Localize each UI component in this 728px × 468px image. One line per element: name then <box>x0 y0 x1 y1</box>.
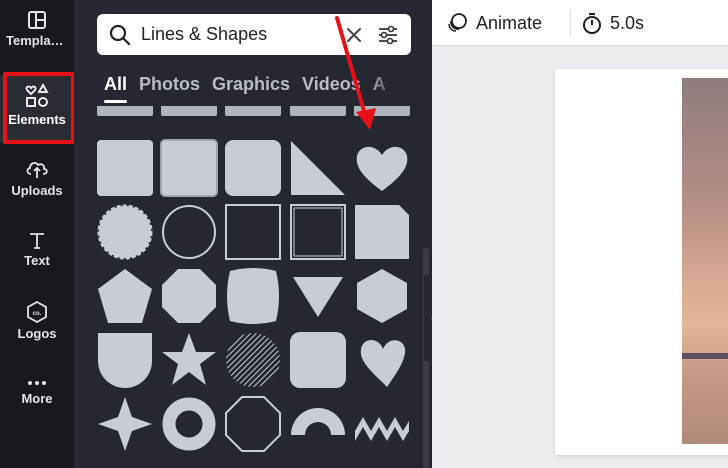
shape-square-outline[interactable] <box>224 203 282 261</box>
animate-button[interactable]: Animate <box>446 10 542 36</box>
sidebar-item-uploads[interactable]: Uploads <box>0 158 74 224</box>
shape-scalloped-circle[interactable] <box>96 203 154 261</box>
svg-text:co.: co. <box>33 311 42 317</box>
shape-shield[interactable] <box>96 331 154 389</box>
sidebar-item-label: Text <box>24 253 50 268</box>
sidebar-item-label: Logos <box>17 326 57 341</box>
shape-hatched-circle[interactable] <box>224 331 282 389</box>
photo-horizon <box>682 353 728 359</box>
timer-icon <box>583 13 601 34</box>
text-icon <box>30 233 44 249</box>
shape-square-border-stroke[interactable] <box>224 106 282 118</box>
shape-square-border-stroke[interactable] <box>160 106 218 118</box>
canvas-photo[interactable] <box>682 78 728 444</box>
shape-circle-outline[interactable] <box>160 203 218 261</box>
tab-graphics[interactable]: Graphics <box>212 74 290 103</box>
shapes-grid <box>96 106 414 468</box>
animate-label: Animate <box>476 12 543 33</box>
shape-arch[interactable] <box>289 395 347 453</box>
toolbar-divider <box>570 10 571 36</box>
clear-search-icon[interactable] <box>346 27 362 43</box>
sidebar-item-label: Uploads <box>11 183 63 198</box>
shape-cut-corner-square[interactable] <box>353 203 411 261</box>
logo-icon: co. <box>27 301 47 323</box>
shape-pentagon[interactable] <box>96 267 154 325</box>
shape-right-triangle[interactable] <box>289 139 347 197</box>
shape-four-point-star[interactable] <box>96 395 154 453</box>
shape-octagon-outline[interactable] <box>224 395 282 453</box>
tab-photos[interactable]: Photos <box>139 74 200 103</box>
left-nav-rail: Templa… Elements Uploads Text co. Logos … <box>0 0 75 468</box>
shape-star[interactable] <box>160 331 218 389</box>
shape-hexagon[interactable] <box>353 267 411 325</box>
shape-heart-tilted[interactable] <box>353 331 411 389</box>
editor-area: Animate 5.0s <box>432 0 728 468</box>
sidebar-item-logos[interactable]: co. Logos <box>0 301 74 367</box>
design-canvas-page[interactable] <box>555 69 728 455</box>
editor-toolbar: Animate 5.0s <box>432 0 728 46</box>
sidebar-item-label: More <box>21 391 53 406</box>
category-tabs: AllPhotosGraphicsVideosA <box>104 74 410 106</box>
tab-all[interactable]: All <box>104 74 128 103</box>
shape-rounded-square-soft[interactable] <box>224 139 282 197</box>
sidebar-item-text[interactable]: Text <box>0 230 74 296</box>
shape-heart[interactable] <box>353 139 411 197</box>
upload-cloud-icon <box>26 161 48 178</box>
search-icon <box>109 24 131 46</box>
search-box[interactable] <box>97 14 411 55</box>
tab-videos[interactable]: Videos <box>302 74 361 103</box>
shape-square-border-stroke[interactable] <box>289 106 347 118</box>
shape-octagon[interactable] <box>160 267 218 325</box>
shape-down-triangle[interactable] <box>289 267 347 325</box>
template-icon <box>28 11 46 29</box>
duration-label: 5.0s <box>610 12 645 33</box>
more-dots-icon <box>28 381 46 385</box>
animate-icon <box>448 13 467 32</box>
duration-button[interactable]: 5.0s <box>582 10 644 36</box>
sidebar-item-more[interactable]: More <box>0 374 74 440</box>
shape-barrel-rectangle[interactable] <box>224 267 282 325</box>
sidebar-item-label: Templa… <box>6 33 64 48</box>
sidebar-item-templates[interactable]: Templa… <box>0 10 74 76</box>
filter-sliders-icon[interactable] <box>378 25 398 45</box>
shape-rounded-square[interactable] <box>96 139 154 197</box>
search-input[interactable] <box>141 14 341 55</box>
annotation-highlight-box <box>3 72 75 144</box>
tabs-fade <box>368 74 410 104</box>
shape-ring[interactable] <box>160 395 218 453</box>
shape-square-border-stroke[interactable] <box>96 106 154 118</box>
elements-panel: AllPhotosGraphicsVideosA <box>74 0 432 468</box>
shape-square-border-stroke[interactable] <box>353 106 411 118</box>
shape-rounded-square-beveled[interactable] <box>160 139 218 197</box>
shape-rounded-square-plain[interactable] <box>289 331 347 389</box>
shape-square-outline-double[interactable] <box>289 203 347 261</box>
shape-zigzag[interactable] <box>353 395 411 453</box>
